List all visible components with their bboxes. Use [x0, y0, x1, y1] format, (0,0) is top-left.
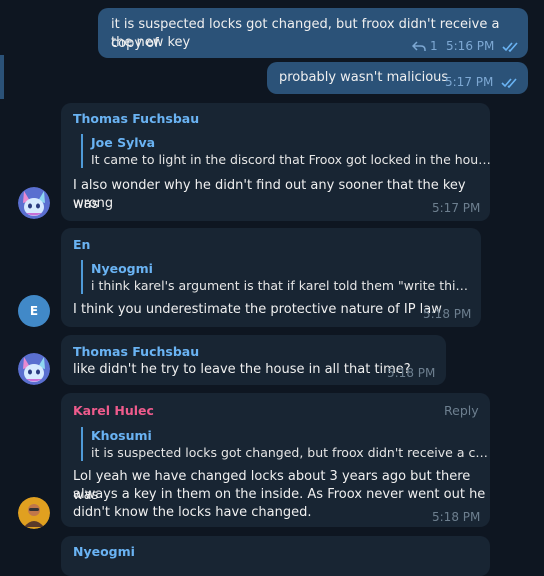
thomas-fox-avatar[interactable]	[18, 187, 50, 219]
message-text-line: didn't know the locks have changed.	[73, 505, 312, 520]
sender-name[interactable]: Karel Hulec	[73, 403, 154, 418]
message-text-line: always a key in them on the inside. As F…	[73, 487, 486, 502]
double-check-icon	[502, 42, 518, 52]
karel-avatar[interactable]	[18, 497, 50, 529]
message-text-line: wrong	[73, 196, 114, 211]
quote-text: It came to light in the discord that Fro…	[91, 152, 491, 167]
active-marker	[0, 55, 4, 99]
incoming-message[interactable]: Thomas Fuchsbau Joe Sylva It came to lig…	[61, 103, 491, 221]
message-text: I think you underestimate the protective…	[73, 302, 442, 317]
message-text: probably wasn't malicious	[279, 70, 449, 85]
double-check-icon	[501, 78, 517, 88]
message-time: 5:18 PM	[387, 366, 436, 380]
incoming-message[interactable]: En Nyeogmi i think karel's argument is t…	[61, 228, 481, 327]
outgoing-message[interactable]: probably wasn't malicious 5:17 PM	[267, 62, 528, 94]
quote-author: Khosumi	[91, 428, 152, 443]
quote-author: Joe Sylva	[91, 135, 156, 150]
reply-count[interactable]: 1	[430, 39, 438, 53]
quoted-message[interactable]: Joe Sylva It came to light in the discor…	[81, 134, 491, 168]
outgoing-message[interactable]: it is suspected locks got changed, but f…	[98, 8, 528, 58]
quoted-message[interactable]: Khosumi it is suspected locks got change…	[81, 427, 489, 461]
incoming-message[interactable]: Nyeogmi	[61, 536, 490, 576]
quote-text: it is suspected locks got changed, but f…	[91, 445, 489, 460]
en-avatar[interactable]: E	[18, 295, 50, 327]
message-time: 5:18 PM	[432, 510, 481, 524]
message-time: 5:17 PM	[445, 75, 494, 89]
message-time: 5:16 PM	[446, 39, 495, 53]
message-text-line: I also wonder why he didn't find out any…	[73, 178, 466, 212]
sender-name[interactable]: Nyeogmi	[73, 544, 135, 559]
sender-name[interactable]: Thomas Fuchsbau	[73, 344, 199, 359]
chat-list-edge	[0, 0, 4, 553]
incoming-message[interactable]: Thomas Fuchsbau like didn't he try to le…	[61, 335, 446, 385]
sender-name[interactable]: En	[73, 237, 90, 252]
message-time: 5:18 PM	[423, 307, 472, 321]
quote-text: i think karel's argument is that if kare…	[91, 278, 471, 293]
thomas-fox-avatar[interactable]	[18, 353, 50, 385]
avatar-letter: E	[29, 304, 39, 318]
quote-author: Nyeogmi	[91, 261, 153, 276]
sender-name[interactable]: Thomas Fuchsbau	[73, 111, 199, 126]
reply-button[interactable]: Reply	[444, 403, 479, 418]
message-text-line: the new key	[111, 35, 191, 50]
message-time: 5:17 PM	[432, 201, 481, 215]
message-text: like didn't he try to leave the house in…	[73, 362, 411, 377]
incoming-message[interactable]: Karel Hulec Reply Khosumi it is suspecte…	[61, 393, 490, 527]
reply-arrow-icon[interactable]	[412, 41, 426, 52]
quoted-message[interactable]: Nyeogmi i think karel's argument is that…	[81, 260, 471, 294]
